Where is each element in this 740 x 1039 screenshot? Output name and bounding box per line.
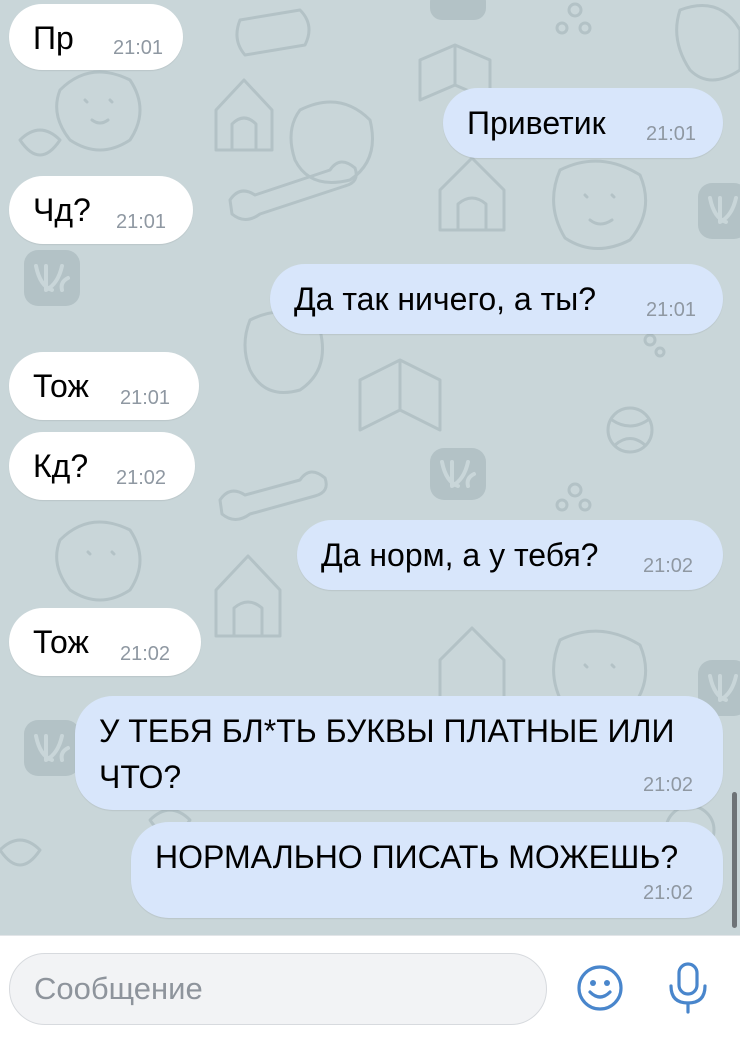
message-input[interactable] xyxy=(9,953,547,1025)
message-text: Пр xyxy=(33,20,74,56)
message-text: Тож xyxy=(33,368,89,404)
message-text: Да так ничего, а ты? xyxy=(294,281,597,317)
microphone-button[interactable] xyxy=(658,958,718,1018)
message-time: 21:01 xyxy=(120,387,171,409)
message-bubble-incoming[interactable]: Кд? 21:02 xyxy=(9,432,195,500)
message-bubble-outgoing[interactable]: Да так ничего, а ты? 21:01 xyxy=(270,264,723,334)
message-text: Кд? xyxy=(33,448,89,484)
emoji-button[interactable] xyxy=(570,958,630,1018)
message-bubble-outgoing[interactable]: У ТЕБЯ БЛ*ТЬ БУКВЫ ПЛАТНЫЕ ИЛИ ЧТО? 21:0… xyxy=(75,696,723,810)
message-time: 21:02 xyxy=(643,555,694,577)
message-text: Тож xyxy=(33,624,89,660)
message-text: НОРМАЛЬНО ПИСАТЬ МОЖЕШЬ? xyxy=(155,839,679,875)
message-time: 21:02 xyxy=(116,467,167,489)
scrollbar[interactable] xyxy=(732,792,737,928)
message-composer xyxy=(0,935,740,1039)
message-bubble-incoming[interactable]: Тож 21:02 xyxy=(9,608,201,676)
message-text: У ТЕБЯ БЛ*ТЬ БУКВЫ ПЛАТНЫЕ ИЛИ ЧТО? xyxy=(99,713,675,795)
message-time: 21:02 xyxy=(643,774,694,796)
message-text: Да норм, а у тебя? xyxy=(321,537,599,573)
message-bubble-incoming[interactable]: Чд? 21:01 xyxy=(9,176,193,244)
message-time: 21:01 xyxy=(113,37,164,59)
message-time: 21:02 xyxy=(120,643,171,665)
message-time: 21:01 xyxy=(646,299,697,321)
message-text: Чд? xyxy=(33,192,91,228)
message-time: 21:01 xyxy=(116,211,167,233)
message-time: 21:02 xyxy=(643,882,694,904)
message-bubble-outgoing[interactable]: Да норм, а у тебя? 21:02 xyxy=(297,520,723,590)
message-bubble-outgoing[interactable]: НОРМАЛЬНО ПИСАТЬ МОЖЕШЬ? 21:02 xyxy=(131,822,723,918)
message-bubble-incoming[interactable]: Тож 21:01 xyxy=(9,352,199,420)
chat-history[interactable]: Пр 21:01 Приветик 21:01 Чд? 21:01 Да так… xyxy=(0,0,740,935)
message-bubble-outgoing[interactable]: Приветик 21:01 xyxy=(443,88,723,158)
microphone-icon xyxy=(669,962,707,1014)
emoji-icon xyxy=(577,965,623,1011)
message-text: Приветик xyxy=(467,105,606,141)
message-bubble-incoming[interactable]: Пр 21:01 xyxy=(9,4,183,70)
message-time: 21:01 xyxy=(646,123,697,145)
